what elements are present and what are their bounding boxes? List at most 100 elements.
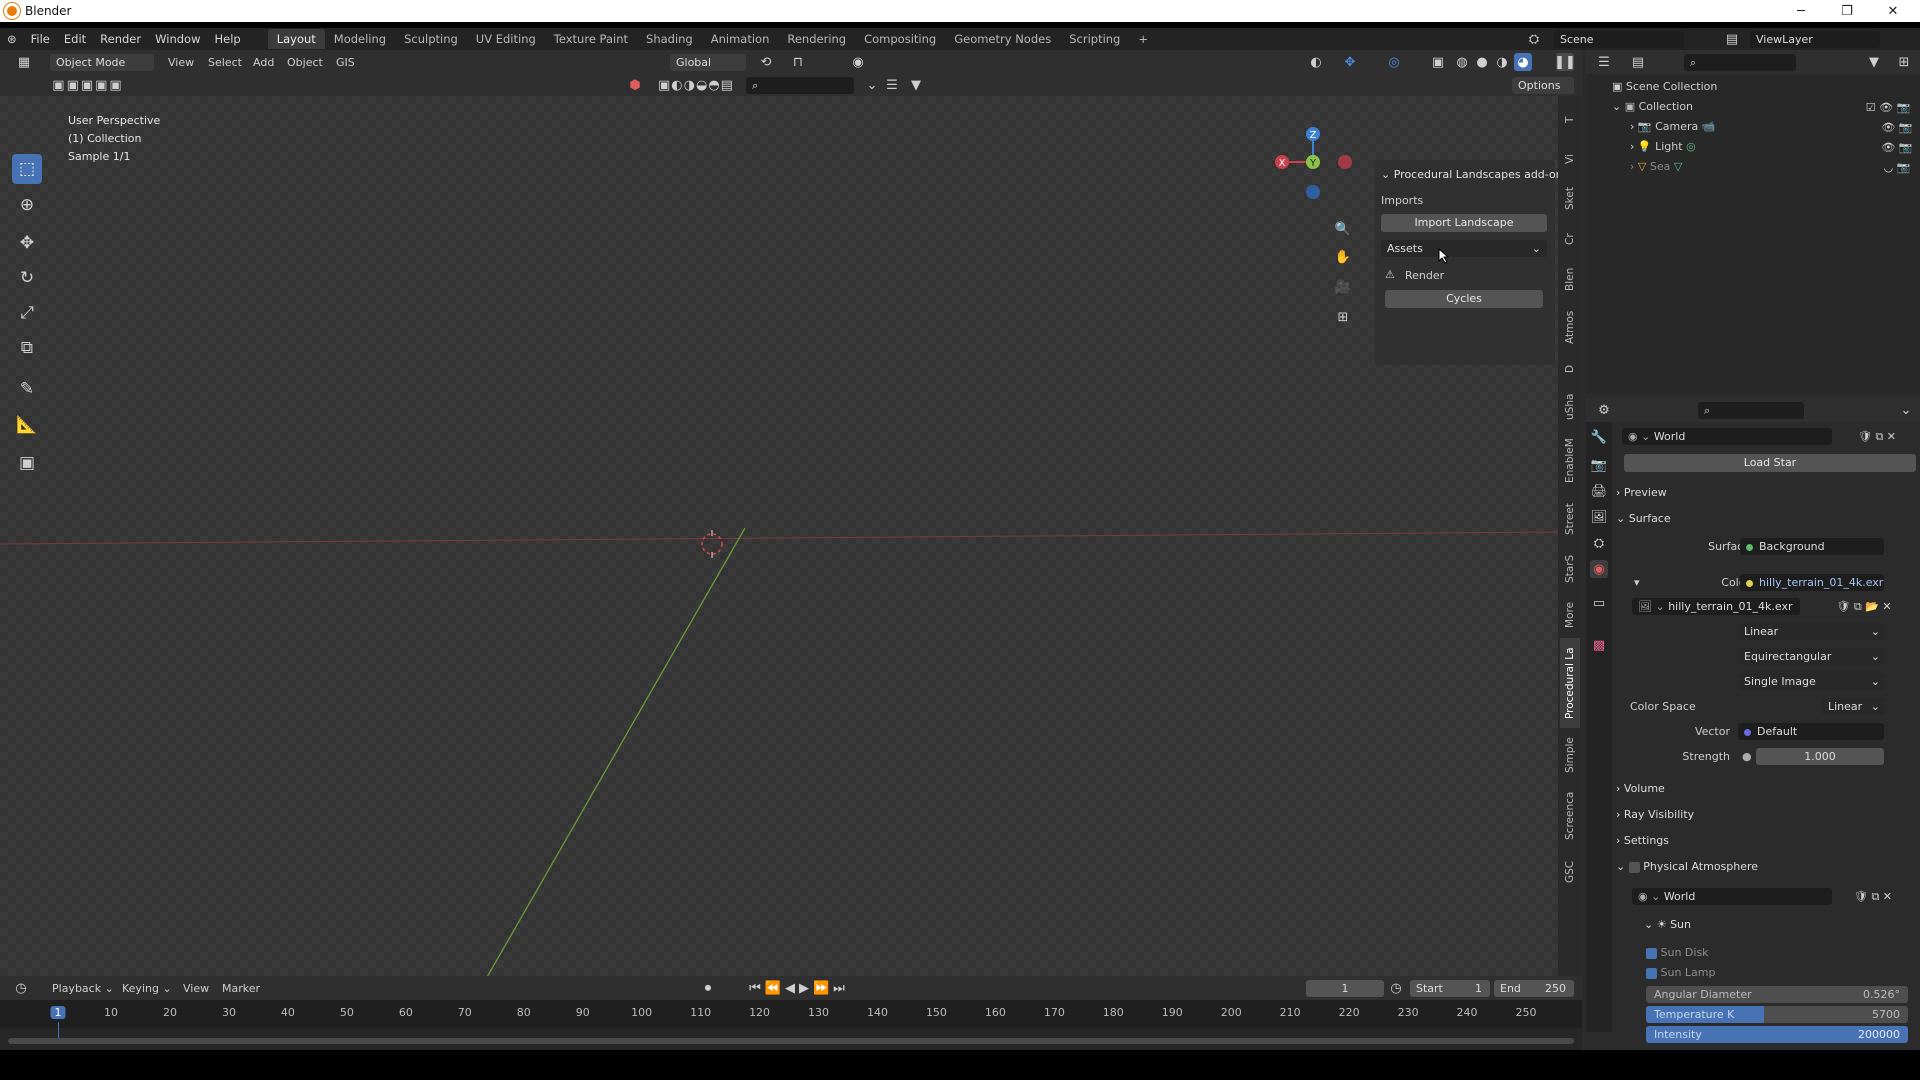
tab-texture-paint[interactable]: Texture Paint [545,29,637,49]
properties-search-input[interactable]: ⌕ [1698,402,1804,419]
import-landscape-button[interactable]: Import Landscape [1381,214,1547,232]
close-button[interactable]: ✕ [1870,0,1916,22]
properties-options-icon[interactable]: ⌄ [1896,402,1916,418]
interpolation-dropdown[interactable]: Linear ⌄ [1738,623,1886,640]
overlay-toggle-icon[interactable]: ◎ [1384,54,1404,70]
maximize-button[interactable]: ❐ [1824,0,1870,22]
tab-uv-editing[interactable]: UV Editing [467,29,545,49]
editor-type-icon[interactable]: ▦ [12,54,36,70]
new-collection-icon[interactable]: ⊞ [1892,54,1916,70]
angular-diameter-slider[interactable]: Angular Diameter 0.526° [1646,986,1908,1003]
camera-item[interactable]: › 📷 Camera 📹 [1630,120,1715,133]
vtab-stars[interactable]: StarS [1560,546,1580,592]
vtab-t[interactable]: T [1560,100,1580,140]
atmosphere-world-selector[interactable]: ◉ ⌄ World [1632,888,1832,905]
vtab-d[interactable]: D [1560,354,1580,384]
vtab-vi[interactable]: Vi [1560,142,1580,176]
intensity-slider[interactable]: Intensity 200000 [1646,1026,1908,1043]
select-menu[interactable]: Select [208,56,242,69]
preview-section[interactable]: › Preview [1616,486,1667,499]
pivot-icon[interactable]: ⟲ [756,54,776,70]
menu-help[interactable]: Help [207,32,247,46]
add-cube-tool[interactable]: ▣ [12,448,42,478]
current-frame-field[interactable]: 1 [1306,980,1384,997]
sort-icon[interactable]: ☰ [880,77,904,93]
collection-tab-icon[interactable]: ▭ [1590,594,1608,612]
transform-orientation-dropdown[interactable]: Global [670,54,746,71]
rotate-tool[interactable]: ↻ [12,263,42,293]
blender-menu-icon[interactable]: ⊛ [0,32,24,46]
vtab-sket[interactable]: Sket [1560,178,1580,220]
volume-section[interactable]: › Volume [1616,782,1665,795]
sea-visibility-toggles[interactable]: ◡ 📷 [1876,160,1918,174]
pause-render-icon[interactable]: ❚❚ [1554,53,1576,71]
view-menu[interactable]: View [168,56,194,69]
menu-render[interactable]: Render [93,32,148,46]
vtab-more[interactable]: More [1560,594,1580,636]
scene-selector[interactable]: Scene [1554,31,1684,48]
atmosphere-datablock-icons[interactable]: 🛡 ⧉ ✕ [1840,888,1906,905]
world-selector[interactable]: ◉ ⌄ World [1622,428,1832,445]
vtab-enablem[interactable]: EnableM [1560,430,1580,492]
add-workspace-button[interactable]: + [1129,29,1157,49]
color-expand-icon[interactable]: ▾ [1634,576,1640,589]
sun-lamp-option[interactable]: Sun Lamp [1646,966,1716,979]
3d-viewport[interactable]: User Perspective (1) Collection Sample 1… [0,96,1582,998]
end-frame-field[interactable]: End 250 [1494,980,1574,997]
object-mode-dropdown[interactable]: Object Mode [50,54,154,71]
texture-tab-icon[interactable]: ▩ [1590,636,1608,654]
solid-shading-icon[interactable]: ● [1474,54,1490,70]
wireframe-shading-icon[interactable]: ◍ [1454,54,1470,70]
color-input-field[interactable]: hilly_terrain_01_4k.exr [1740,574,1884,591]
snap-icon[interactable]: ⊓ [788,54,808,70]
selection-mode-icons[interactable]: ▣▣▣▣▣ [46,77,130,93]
assets-dropdown[interactable]: Assets ⌄ [1381,240,1547,257]
physical-atmosphere-section[interactable]: ⌄ Physical Atmosphere [1616,860,1758,873]
scene-collection-item[interactable]: ▣ Scene Collection [1612,80,1717,93]
tab-compositing[interactable]: Compositing [855,29,945,49]
tab-layout[interactable]: Layout [267,29,325,49]
clock-icon[interactable]: ◷ [1388,980,1404,996]
tool-tab-icon[interactable]: 🔧 [1590,428,1608,446]
tab-sculpting[interactable]: Sculpting [395,29,467,49]
image-datablock-icons[interactable]: 🛡 ⧉ 📂 ✕ [1824,598,1904,615]
scale-tool[interactable]: ⤢ [12,298,42,328]
collection-toggles[interactable]: ☑ 👁 📷 [1858,100,1918,114]
rendered-shading-icon[interactable]: ◕ [1514,53,1532,71]
material-shading-icon[interactable]: ◑ [1494,54,1510,70]
sun-disk-option[interactable]: Sun Disk [1646,946,1709,959]
gis-menu[interactable]: GIS [336,56,355,69]
keying-menu[interactable]: Keying ⌄ [122,982,172,995]
tab-modeling[interactable]: Modeling [325,29,395,49]
start-frame-field[interactable]: Start 1 [1410,980,1490,997]
record-icon[interactable]: ⏺ [700,980,716,996]
vtab-blen[interactable]: Blen [1560,258,1580,300]
vtab-screencast[interactable]: Screenca [1560,782,1580,850]
image-datablock-selector[interactable]: 🖼 ⌄ hilly_terrain_01_4k.exr [1632,598,1800,615]
navigation-gizmo[interactable]: Z X Y [1268,122,1358,212]
world-tab-icon[interactable]: ◉ [1590,560,1608,578]
surface-shader-field[interactable]: Background [1740,538,1884,555]
outliner-editor-icon[interactable]: ☰ [1590,54,1618,70]
timeline-ruler[interactable]: 1 10 20 30 40 50 60 70 80 90 100 110 120 130 140 150 160… [0,1000,1582,1042]
render-tab-icon[interactable]: 📷 [1590,456,1608,474]
menu-window[interactable]: Window [148,32,207,46]
sun-subpanel[interactable]: ⌄ ☀ Sun [1644,918,1691,931]
view-layer-tab-icon[interactable]: 🖼 [1590,508,1608,526]
transform-tool[interactable]: ⧉ [12,333,42,363]
dropdown-icon[interactable]: ⌄ [862,77,882,93]
timeline-scrollbar[interactable] [8,1038,1574,1044]
camera-view-icon[interactable]: 🎥 [1332,276,1354,298]
sea-item[interactable]: › ▽ Sea ▽ [1630,160,1682,173]
load-star-button[interactable]: Load Star [1624,454,1916,472]
filter-icons[interactable]: ▣◐◑◒◓▤ [648,77,744,93]
camera-visibility-toggles[interactable]: 👁 📷 [1876,120,1918,134]
light-visibility-toggles[interactable]: 👁 📷 [1876,140,1918,154]
temperature-slider[interactable]: Temperature K 5700 [1646,1006,1908,1023]
tab-shading[interactable]: Shading [637,29,702,49]
outliner-filter-icon[interactable]: ▼ [1860,54,1888,70]
vtab-street[interactable]: Street [1560,494,1580,544]
xray-icon[interactable]: ▣ [1430,54,1446,70]
projection-dropdown[interactable]: Equirectangular ⌄ [1738,648,1886,665]
scene-tab-icon[interactable]: ⛭ [1590,534,1608,552]
